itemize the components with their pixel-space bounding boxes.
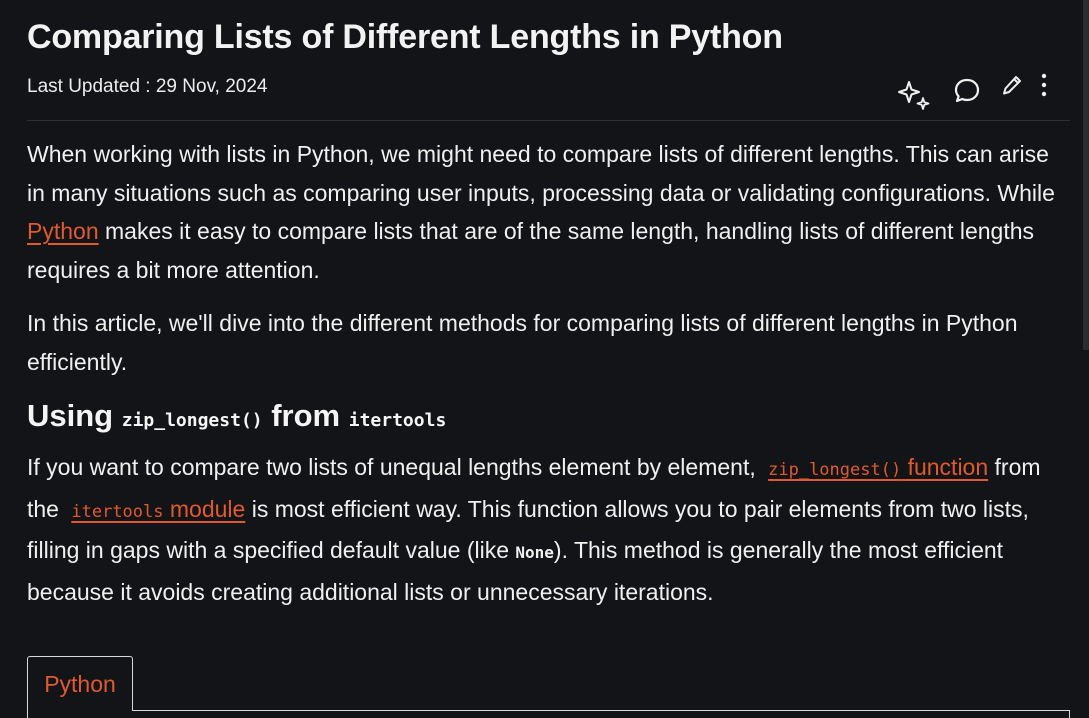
- code-block: Python: [27, 656, 1070, 718]
- article-page: Comparing Lists of Different Lengths in …: [0, 0, 1089, 718]
- sparkle-icon[interactable]: [897, 78, 931, 112]
- heading-code-zip-longest: zip_longest(): [121, 410, 263, 431]
- intro-text-start: When working with lists in Python, we mi…: [27, 141, 1055, 206]
- zip-longest-link-text: function: [901, 454, 989, 480]
- heading-prefix: Using: [27, 398, 122, 433]
- section-paragraph: If you want to compare two lists of uneq…: [27, 448, 1062, 611]
- python-link[interactable]: Python: [27, 218, 99, 244]
- last-updated: Last Updated : 29 Nov, 2024: [27, 76, 268, 97]
- pencil-icon[interactable]: [1001, 74, 1023, 98]
- article-title: Comparing Lists of Different Lengths in …: [27, 18, 783, 56]
- zip-longest-link-code: zip_longest(): [768, 460, 902, 480]
- tab-python[interactable]: Python: [27, 656, 133, 711]
- zip-longest-link[interactable]: zip_longest() function: [762, 454, 988, 480]
- itertools-link-text: module: [163, 495, 246, 522]
- kebab-menu-icon[interactable]: [1039, 72, 1049, 100]
- intro-paragraph-1: When working with lists in Python, we mi…: [27, 135, 1062, 289]
- section-heading: Using zip_longest() from itertools: [27, 398, 446, 434]
- itertools-link-code: itertools: [71, 501, 164, 522]
- heading-code-itertools: itertools: [348, 410, 447, 431]
- itertools-module-link[interactable]: itertools module: [65, 496, 245, 522]
- code-editor[interactable]: [27, 710, 1070, 718]
- comment-icon[interactable]: [953, 77, 981, 105]
- title-divider: [27, 120, 1070, 121]
- intro-paragraph-2: In this article, we'll dive into the dif…: [27, 310, 1018, 375]
- section-text-1: If you want to compare two lists of uneq…: [27, 454, 763, 480]
- page-scrollbar[interactable]: [1083, 0, 1089, 350]
- heading-mid: from: [262, 398, 349, 433]
- intro-text-end: makes it easy to compare lists that are …: [27, 218, 1035, 283]
- article-actions: [895, 72, 1055, 112]
- none-inline-code: None: [515, 543, 554, 562]
